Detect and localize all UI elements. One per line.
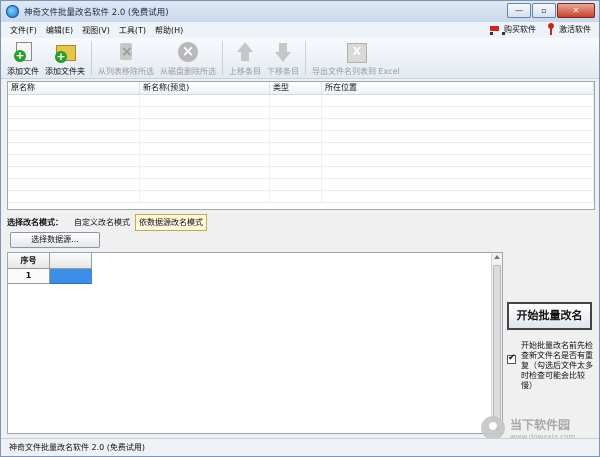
arrow-up-icon	[234, 41, 256, 63]
buy-software-link[interactable]: 购买软件	[488, 24, 536, 35]
maximize-button[interactable]: ▫	[532, 3, 556, 18]
delete-circle-icon	[177, 41, 199, 63]
delete-from-disk-button[interactable]: 从磁盘删除所选	[160, 41, 216, 77]
move-up-button[interactable]: 上移条目	[229, 41, 261, 77]
tab-custom-mode[interactable]: 自定义改名模式	[71, 215, 133, 230]
table-row	[8, 191, 594, 203]
title-bar: 神奇文件批量改名软件 2.0 (免费试用) — ▫ ✕	[1, 1, 599, 22]
rename-mode-bar: 选择改名模式： 自定义改名模式 依数据源改名模式	[7, 213, 595, 231]
window-controls: — ▫ ✕	[506, 3, 595, 18]
grid-header-empty	[50, 253, 92, 269]
app-window: 神奇文件批量改名软件 2.0 (免费试用) — ▫ ✕ 文件(F) 编辑(E) …	[0, 0, 600, 457]
toolbar-separator	[91, 41, 92, 75]
file-list-header: 原名称 新名称(预览) 类型 所在位置	[8, 82, 594, 95]
move-down-button[interactable]: 下移条目	[267, 41, 299, 77]
export-excel-label: 导出文件名列表到 Excel	[312, 67, 400, 76]
remove-from-list-label: 从列表移除所选	[98, 67, 154, 76]
table-row	[8, 143, 594, 155]
add-file-button[interactable]: 添加文件	[7, 41, 39, 77]
scroll-up-icon[interactable]	[494, 255, 500, 259]
table-row	[8, 119, 594, 131]
table-row[interactable]: 1	[8, 269, 92, 284]
status-bar: 神奇文件批量改名软件 2.0 (免费试用)	[1, 438, 599, 456]
menu-bar: 文件(F) 编辑(E) 视图(V) 工具(T) 帮助(H) 购买软件 激活软件	[1, 22, 599, 38]
activate-software-label: 激活软件	[559, 24, 591, 34]
start-batch-rename-button[interactable]: 开始批量改名	[507, 302, 592, 330]
watermark-logo-icon	[481, 416, 505, 440]
column-location[interactable]: 所在位置	[322, 82, 594, 94]
add-folder-label: 添加文件夹	[45, 67, 85, 76]
toolbar: 添加文件 添加文件夹 从列表移除所选 从磁盘删除所选 上移条目 下移条目 导出文…	[1, 38, 599, 79]
menu-view[interactable]: 视图(V)	[82, 25, 110, 36]
watermark-text: 当下软件园 www.downxia.com	[510, 416, 575, 441]
grid-row-index: 1	[8, 269, 50, 284]
table-row	[8, 107, 594, 119]
status-text: 神奇文件批量改名软件 2.0 (免费试用)	[9, 443, 146, 452]
grid-header-index: 序号	[8, 253, 50, 269]
check-duplicates-label: 开始批量改名前先检查新文件名是否有重复（勾选后文件太多时检查可能会比较慢）	[521, 341, 593, 390]
move-down-label: 下移条目	[267, 67, 299, 76]
arrow-down-icon	[272, 41, 294, 63]
menu-tools[interactable]: 工具(T)	[119, 25, 146, 36]
rename-mode-label: 选择改名模式：	[7, 217, 63, 227]
remove-document-icon	[115, 41, 137, 63]
watermark-name: 当下软件园	[510, 417, 571, 432]
table-row	[8, 179, 594, 191]
add-folder-button[interactable]: 添加文件夹	[45, 41, 85, 77]
menu-right-links: 购买软件 激活软件	[478, 23, 591, 35]
shopping-cart-icon	[488, 24, 505, 35]
activate-software-link[interactable]: 激活软件	[546, 23, 591, 35]
select-data-source-button[interactable]: 选择数据源...	[10, 232, 100, 248]
close-button[interactable]: ✕	[557, 3, 595, 18]
key-icon	[546, 23, 556, 35]
buy-software-label: 购买软件	[504, 24, 536, 34]
export-excel-button[interactable]: 导出文件名列表到 Excel	[312, 41, 400, 77]
grid-selected-cell[interactable]	[50, 269, 92, 284]
table-row	[8, 95, 594, 107]
delete-from-disk-label: 从磁盘删除所选	[160, 67, 216, 76]
toolbar-separator	[222, 41, 223, 75]
vertical-scrollbar[interactable]	[491, 253, 502, 433]
app-logo-icon	[6, 5, 19, 18]
menu-help[interactable]: 帮助(H)	[155, 25, 183, 36]
column-new-name[interactable]: 新名称(预览)	[140, 82, 270, 94]
minimize-button[interactable]: —	[507, 3, 531, 18]
column-original-name[interactable]: 原名称	[8, 82, 140, 94]
table-row	[8, 167, 594, 179]
add-file-label: 添加文件	[7, 67, 39, 76]
column-type[interactable]: 类型	[270, 82, 322, 94]
add-folder-icon	[54, 41, 76, 63]
add-file-icon	[12, 41, 34, 63]
window-title: 神奇文件批量改名软件 2.0 (免费试用)	[24, 7, 169, 18]
table-row	[8, 155, 594, 167]
check-duplicates-option[interactable]: 开始批量改名前先检查新文件名是否有重复（勾选后文件太多时检查可能会比较慢）	[507, 341, 595, 391]
file-list[interactable]: 原名称 新名称(预览) 类型 所在位置	[7, 81, 595, 210]
move-up-label: 上移条目	[229, 67, 261, 76]
scrollbar-thumb[interactable]	[493, 265, 501, 421]
grid-header-row: 序号	[8, 253, 92, 269]
menu-file[interactable]: 文件(F)	[10, 25, 37, 36]
menu-edit[interactable]: 编辑(E)	[46, 25, 73, 36]
tab-data-source-mode[interactable]: 依数据源改名模式	[135, 213, 207, 231]
excel-icon	[345, 41, 367, 63]
remove-from-list-button[interactable]: 从列表移除所选	[98, 41, 154, 77]
toolbar-separator	[305, 41, 306, 75]
data-source-grid[interactable]: 序号 1	[7, 252, 503, 434]
table-row	[8, 131, 594, 143]
check-duplicates-checkbox[interactable]	[507, 353, 516, 364]
